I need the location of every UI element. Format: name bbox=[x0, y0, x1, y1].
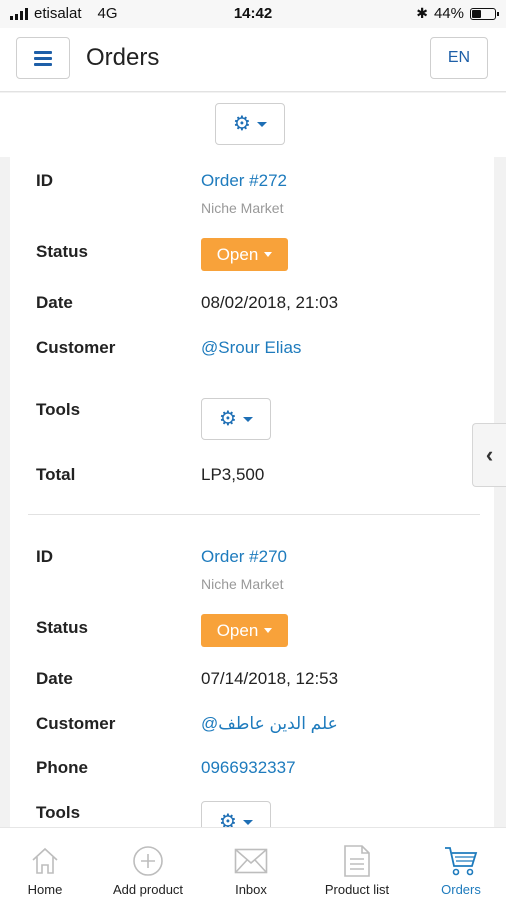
bluetooth-icon: ✱ bbox=[416, 5, 428, 21]
hamburger-icon-line bbox=[34, 56, 52, 60]
id-label: ID bbox=[36, 547, 53, 566]
caret-down-icon bbox=[242, 416, 253, 422]
status-label: Status bbox=[36, 618, 88, 637]
order-tools-button[interactable]: ⚙ bbox=[201, 801, 271, 827]
side-panel-toggle[interactable]: ‹ bbox=[472, 423, 506, 487]
orders-list: ID Order #272 Niche Market Status Open D… bbox=[10, 157, 494, 827]
customer-link[interactable]: @Srour Elias bbox=[201, 338, 301, 358]
cart-icon bbox=[444, 844, 478, 878]
nav-product-list[interactable]: Product list bbox=[312, 828, 402, 900]
hamburger-icon-line bbox=[34, 50, 52, 54]
total-label: Total bbox=[36, 465, 76, 484]
tools-label: Tools bbox=[36, 400, 81, 419]
customer-label: Customer bbox=[36, 338, 116, 357]
store-name: Niche Market bbox=[201, 576, 284, 592]
status-button[interactable]: Open bbox=[201, 238, 288, 271]
nav-label: Inbox bbox=[235, 882, 267, 897]
bottom-nav: Home Add product Inbox Product list Orde… bbox=[0, 827, 506, 900]
status-button[interactable]: Open bbox=[201, 614, 288, 647]
nav-orders[interactable]: Orders bbox=[430, 828, 492, 900]
status-bar: etisalat 4G 14:42 ✱ 44% bbox=[0, 0, 506, 28]
page-title: Orders bbox=[86, 44, 160, 71]
nav-label: Product list bbox=[324, 882, 390, 897]
caret-down-icon bbox=[264, 628, 273, 633]
envelope-icon bbox=[234, 844, 268, 878]
nav-label: Home bbox=[27, 882, 63, 897]
tools-label: Tools bbox=[36, 803, 81, 822]
battery-fill bbox=[472, 9, 482, 18]
gear-icon: ⚙ bbox=[233, 113, 251, 135]
date-label: Date bbox=[36, 293, 73, 312]
store-name: Niche Market bbox=[201, 200, 284, 216]
order-divider bbox=[28, 514, 480, 515]
nav-label: Orders bbox=[441, 882, 481, 897]
order-date: 08/02/2018, 21:03 bbox=[201, 293, 339, 312]
nav-home[interactable]: Home bbox=[14, 828, 76, 900]
phone-label: Phone bbox=[36, 758, 88, 777]
customer-label: Customer bbox=[36, 714, 116, 733]
menu-button[interactable] bbox=[16, 37, 70, 79]
settings-dropdown-button[interactable]: ⚙ bbox=[215, 103, 285, 145]
add-circle-icon bbox=[132, 844, 164, 878]
app-header: Orders EN bbox=[0, 28, 506, 92]
phone-link[interactable]: 0966932337 bbox=[201, 758, 296, 778]
nav-inbox[interactable]: Inbox bbox=[220, 828, 282, 900]
battery-percent: 44% bbox=[433, 5, 464, 22]
home-icon bbox=[29, 844, 61, 878]
gear-icon: ⚙ bbox=[219, 811, 237, 827]
status-text: Open bbox=[216, 620, 259, 640]
nav-label: Add product bbox=[112, 882, 184, 897]
caret-down-icon bbox=[264, 252, 273, 257]
toolbar: ⚙ bbox=[0, 93, 506, 157]
language-button[interactable]: EN bbox=[430, 37, 488, 79]
status-text: Open bbox=[216, 244, 259, 264]
caret-down-icon bbox=[242, 819, 253, 825]
order-link[interactable]: Order #272 bbox=[201, 171, 287, 191]
date-label: Date bbox=[36, 669, 73, 688]
customer-link[interactable]: @علم الدين عاطف bbox=[201, 714, 338, 734]
order-total: LP3,500 bbox=[201, 465, 265, 484]
caret-down-icon bbox=[256, 121, 267, 127]
order-link[interactable]: Order #270 bbox=[201, 547, 287, 567]
battery-icon bbox=[470, 7, 499, 20]
chevron-left-icon: ‹ bbox=[485, 442, 494, 467]
status-label: Status bbox=[36, 242, 88, 261]
order-date: 07/14/2018, 12:53 bbox=[201, 669, 339, 688]
document-icon bbox=[343, 844, 371, 878]
status-right: ✱ 44% bbox=[416, 5, 499, 22]
nav-add-product[interactable]: Add product bbox=[104, 828, 192, 900]
gear-icon: ⚙ bbox=[219, 408, 237, 430]
hamburger-icon-line bbox=[34, 62, 52, 66]
order-tools-button[interactable]: ⚙ bbox=[201, 398, 271, 440]
id-label: ID bbox=[36, 171, 53, 190]
